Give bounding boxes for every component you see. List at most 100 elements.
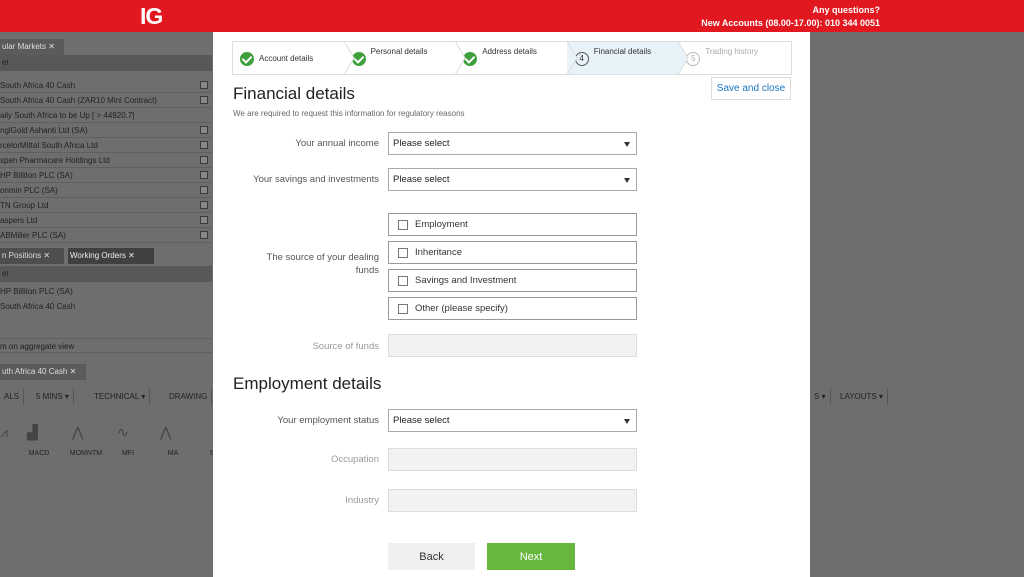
step-label: Personal details bbox=[370, 47, 428, 56]
momentum-icon: ⋀ bbox=[72, 424, 84, 440]
checkbox-label: Employment bbox=[415, 219, 468, 230]
financial-details-subtitle: We are required to request this informat… bbox=[233, 109, 465, 118]
any-questions-text: Any questions? bbox=[812, 5, 880, 15]
step-separator bbox=[678, 41, 689, 75]
checkbox-icon bbox=[398, 220, 408, 230]
checkbox-label: Savings and Investment bbox=[415, 275, 517, 286]
employment-status-label: Your employment status bbox=[277, 415, 379, 426]
source-other-checkbox[interactable]: Other (please specify) bbox=[388, 297, 637, 320]
bg-indicator-label: MOMNTM bbox=[69, 450, 103, 457]
checkbox-icon bbox=[200, 231, 208, 239]
annual-income-select[interactable]: Please select bbox=[388, 132, 637, 155]
source-inheritance-checkbox[interactable]: Inheritance bbox=[388, 241, 637, 264]
bg-aggregate-view: m on aggregate view bbox=[0, 338, 212, 353]
bg-tab-positions: n Positions ✕ bbox=[0, 248, 64, 264]
bg-tab-chart: uth Africa 40 Cash ✕ bbox=[0, 364, 86, 380]
bg-market-row: South Africa 40 Cash (ZAR10 Mini Contrac… bbox=[0, 93, 212, 108]
top-header: IG Any questions? New Accounts (08.00-17… bbox=[0, 0, 1024, 32]
checkbox-icon bbox=[200, 156, 208, 164]
mfi-icon: ∿ bbox=[117, 424, 129, 440]
bg-tab-markets: ular Markets ✕ bbox=[0, 39, 64, 55]
occupation-label: Occupation bbox=[330, 454, 379, 465]
next-button[interactable]: Next bbox=[487, 543, 575, 570]
back-button[interactable]: Back bbox=[388, 543, 475, 570]
bg-market-row: HP Billiton PLC (SA) bbox=[0, 168, 212, 183]
bg-markets-header: et bbox=[0, 55, 212, 71]
progress-stepper: Account details Personal details Address… bbox=[232, 41, 792, 75]
bg-indicator-label: MA bbox=[167, 450, 179, 457]
bg-market-row: nglGold Ashanti Ltd (SA) bbox=[0, 123, 212, 138]
step-separator bbox=[566, 41, 578, 75]
annual-income-value: Please select bbox=[393, 138, 450, 149]
bg-market-row: onmin PLC (SA) bbox=[0, 183, 212, 198]
employment-status-select[interactable]: Please select bbox=[388, 409, 637, 432]
industry-label: Industry bbox=[345, 495, 379, 506]
ig-logo: IG bbox=[140, 3, 163, 29]
source-employment-checkbox[interactable]: Employment bbox=[388, 213, 637, 236]
bg-indicator-label: MFI bbox=[121, 450, 135, 457]
checkbox-icon bbox=[200, 201, 208, 209]
bg-market-row: ABMiller PLC (SA) bbox=[0, 228, 212, 243]
savings-select[interactable]: Please select bbox=[388, 168, 637, 191]
step-label: Account details bbox=[259, 54, 314, 63]
bg-market-row: aily South Africa to be Up [ > 44920.7] bbox=[0, 108, 212, 123]
step-separator bbox=[455, 41, 466, 75]
step-personal-details: Personal details bbox=[344, 41, 466, 75]
checkbox-icon bbox=[398, 276, 408, 286]
chevron-down-icon bbox=[624, 178, 630, 183]
bg-position-row: HP Billiton PLC (SA) bbox=[0, 287, 73, 296]
bg-indicator-icon: ⩘ bbox=[0, 424, 8, 440]
bg-market-row: spen Pharmacare Holdings Ltd bbox=[0, 153, 212, 168]
step-separator bbox=[343, 41, 355, 75]
occupation-input[interactable] bbox=[388, 448, 637, 471]
step-financial-details: 4 Financial details bbox=[567, 41, 689, 75]
save-and-close-button[interactable]: Save and close bbox=[711, 77, 791, 100]
step-label: Address details bbox=[482, 47, 537, 56]
bg-toolbar-item: DRAWING bbox=[165, 389, 213, 404]
bg-toolbar-item: LAYOUTS ▾ bbox=[836, 389, 888, 404]
checkbox-icon bbox=[200, 126, 208, 134]
bg-tab-working-orders: Working Orders ✕ bbox=[68, 248, 154, 264]
savings-value: Please select bbox=[393, 174, 450, 185]
bg-market-row: TN Group Ltd bbox=[0, 198, 212, 213]
checkbox-icon bbox=[200, 141, 208, 149]
source-of-funds-label: Source of funds bbox=[312, 341, 379, 352]
bg-toolbar-item: 5 MINS ▾ bbox=[32, 389, 74, 404]
employment-details-title: Employment details bbox=[233, 374, 382, 393]
checkbox-icon bbox=[398, 304, 408, 314]
employment-status-value: Please select bbox=[393, 415, 450, 426]
checkbox-icon bbox=[200, 81, 208, 89]
source-savings-checkbox[interactable]: Savings and Investment bbox=[388, 269, 637, 292]
step-address-details: Address details bbox=[456, 41, 578, 75]
step-trading-history: 5 Trading history bbox=[679, 42, 791, 74]
bg-toolbar-item: TECHNICAL ▾ bbox=[90, 389, 151, 404]
bg-market-row: rcelorMittal South Africa Ltd bbox=[0, 138, 212, 153]
financial-details-title: Financial details bbox=[233, 84, 355, 103]
bg-market-row: aspers Ltd bbox=[0, 213, 212, 228]
bg-market-row: South Africa 40 Cash bbox=[0, 78, 212, 93]
step-label: Trading history bbox=[705, 47, 758, 56]
ma-icon: ⋀ bbox=[160, 424, 172, 440]
macd-icon: ▟ bbox=[27, 424, 38, 440]
bg-toolbar-item: S ▾ bbox=[810, 389, 831, 404]
checkbox-icon bbox=[200, 216, 208, 224]
step-account-details: Account details bbox=[233, 41, 355, 75]
check-icon bbox=[240, 52, 254, 66]
new-accounts-phone: New Accounts (08.00-17.00): 010 344 0051 bbox=[701, 18, 880, 28]
savings-label: Your savings and investments bbox=[253, 174, 379, 185]
checkbox-label: Inheritance bbox=[415, 247, 463, 258]
chevron-down-icon bbox=[624, 142, 630, 147]
industry-input[interactable] bbox=[388, 489, 637, 512]
checkbox-icon bbox=[398, 248, 408, 258]
checkbox-icon bbox=[200, 96, 208, 104]
bg-toolbar-item: ALS bbox=[0, 389, 25, 404]
checkbox-icon bbox=[200, 186, 208, 194]
chevron-down-icon bbox=[624, 419, 630, 424]
contact-info: Any questions? New Accounts (08.00-17.00… bbox=[701, 4, 880, 30]
bg-indicator-label: MACD bbox=[28, 450, 50, 457]
checkbox-label: Other (please specify) bbox=[415, 303, 508, 314]
annual-income-label: Your annual income bbox=[295, 138, 379, 149]
financial-details-modal: Account details Personal details Address… bbox=[213, 32, 810, 577]
source-of-funds-input[interactable] bbox=[388, 334, 637, 357]
step-label: Financial details bbox=[593, 47, 652, 56]
